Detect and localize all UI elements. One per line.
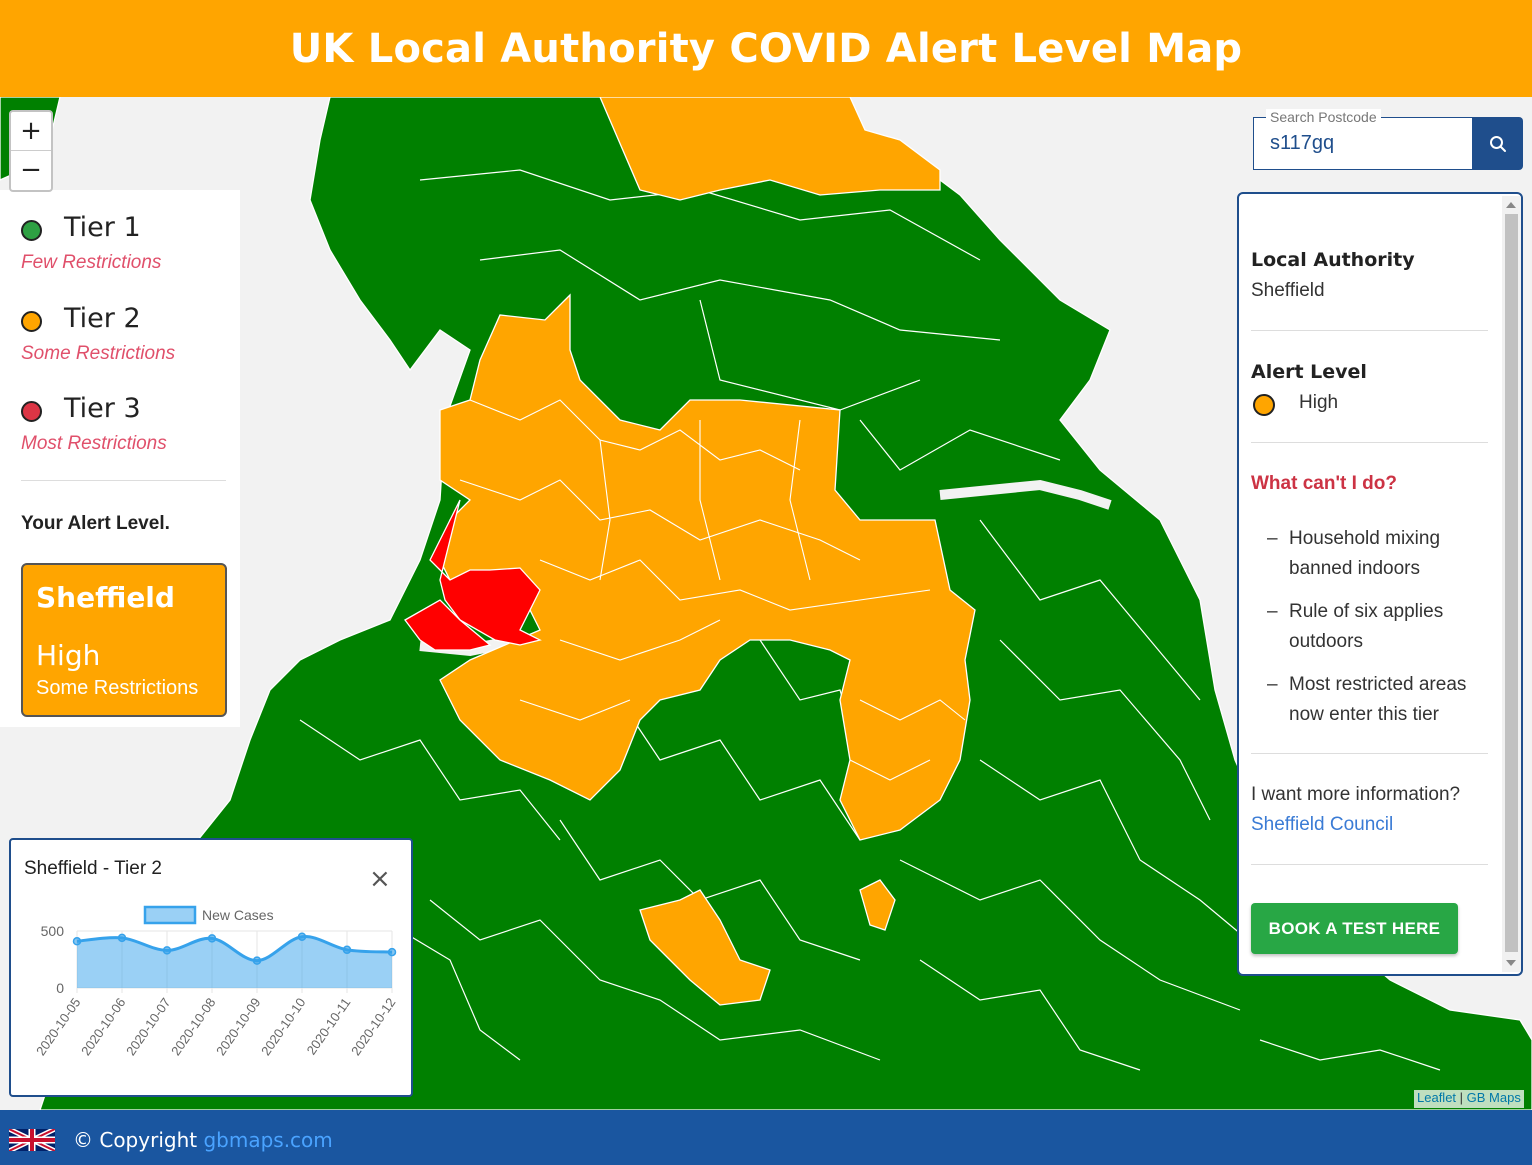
chart-data-point — [207, 934, 217, 943]
restrictions-heading: What can't I do? — [1251, 473, 1397, 494]
divider — [1251, 442, 1488, 443]
card-level: High — [36, 639, 101, 672]
chart-tick-label-x: 2020-10-05 — [33, 995, 83, 1058]
local-authority-value: Sheffield — [1251, 280, 1325, 301]
card-authority: Sheffield — [36, 581, 175, 614]
alert-level-label: Alert Level — [1251, 361, 1367, 383]
copyright-label: © Copyright — [73, 1128, 204, 1152]
scroll-up-arrow-icon[interactable] — [1506, 202, 1516, 208]
search-icon — [1489, 135, 1506, 152]
authority-info-panel: Local Authority Sheffield Alert Level Hi… — [1237, 192, 1523, 976]
attribution-separator: | — [1456, 1090, 1467, 1105]
zoom-out-button[interactable]: − — [11, 151, 51, 189]
panel-scrollbar[interactable] — [1502, 196, 1521, 972]
scroll-down-arrow-icon[interactable] — [1506, 960, 1516, 966]
chart-tick-label-x: 2020-10-10 — [258, 995, 308, 1058]
chart-data-point — [162, 946, 172, 955]
chart-area-fill — [77, 936, 392, 988]
chart-data-point — [387, 947, 397, 957]
chart-tick-label-y: 500 — [41, 923, 65, 939]
tier-name: Tier 3 — [64, 393, 141, 424]
tier-description: Most Restrictions — [21, 433, 167, 454]
search-button[interactable] — [1472, 117, 1523, 170]
gbmaps-link[interactable]: gbmaps.com — [203, 1128, 332, 1152]
alert-level-dot-icon — [1253, 394, 1275, 416]
leaflet-link[interactable]: Leaflet — [1417, 1090, 1456, 1105]
divider — [1251, 753, 1488, 754]
chart-tick-label-x: 2020-10-08 — [168, 995, 218, 1058]
uk-flag-icon — [9, 1129, 55, 1151]
chart-data-point — [342, 945, 352, 955]
your-alert-level-label: Your Alert Level. — [21, 513, 170, 534]
divider — [1251, 330, 1488, 331]
divider — [1251, 864, 1488, 865]
tier-description: Few Restrictions — [21, 252, 162, 273]
list-item: Rule of six applies outdoors — [1251, 597, 1491, 657]
postcode-search-input[interactable] — [1270, 132, 1460, 155]
chart-legend-label: New Cases — [202, 907, 274, 923]
copyright-text: © Copyright gbmaps.com — [73, 1128, 333, 1152]
restrictions-list: Household mixing banned indoors Rule of … — [1251, 524, 1491, 743]
tier-1-dot-icon — [21, 220, 42, 241]
list-item: Household mixing banned indoors — [1251, 524, 1491, 584]
chart-data-point — [297, 932, 307, 941]
book-test-button[interactable]: BOOK A TEST HERE — [1251, 903, 1458, 954]
zoom-control: + − — [9, 110, 53, 192]
tier-name: Tier 1 — [64, 212, 141, 243]
chart-data-point — [252, 956, 262, 965]
council-link[interactable]: Sheffield Council — [1251, 814, 1393, 836]
more-info-label: I want more information? — [1251, 784, 1461, 805]
chart-tick-label-x: 2020-10-06 — [78, 995, 128, 1058]
gbmaps-attribution-link[interactable]: GB Maps — [1467, 1090, 1521, 1105]
alert-level-value: High — [1299, 392, 1339, 413]
tier-2-dot-icon — [21, 311, 42, 332]
chart-tick-label-x: 2020-10-12 — [348, 995, 398, 1058]
map-attribution: Leaflet | GB Maps — [1414, 1090, 1524, 1108]
postcode-search-field[interactable]: Search Postcode — [1253, 109, 1473, 170]
tier-3-dot-icon — [21, 401, 42, 422]
tier-name: Tier 2 — [64, 303, 141, 334]
chart-tick-label-x: 2020-10-11 — [304, 995, 354, 1057]
chart-legend-swatch — [143, 905, 197, 925]
close-icon[interactable]: × — [369, 866, 391, 892]
zoom-in-button[interactable]: + — [11, 112, 51, 151]
chart-data-point — [72, 937, 82, 946]
search-label: Search Postcode — [1266, 109, 1381, 125]
chart-popup-title: Sheffield - Tier 2 — [24, 858, 163, 879]
your-alert-level-card: Sheffield High Some Restrictions — [21, 563, 227, 717]
card-restrictions: Some Restrictions — [36, 677, 199, 699]
page-title: UK Local Authority COVID Alert Level Map — [289, 25, 1243, 72]
chart-tick-label-x: 2020-10-09 — [213, 995, 263, 1058]
local-authority-label: Local Authority — [1251, 249, 1415, 271]
chart-data-point — [117, 933, 127, 943]
cases-chart-popup: New Cases 0 500 2020-10-05 2020-10-06 2020-10… — [9, 838, 413, 1097]
chart-tick-label-y: 0 — [56, 980, 64, 996]
page-footer: © Copyright gbmaps.com — [0, 1110, 1532, 1165]
app-header: UK Local Authority COVID Alert Level Map — [0, 0, 1532, 97]
chart-tick-label-x: 2020-10-07 — [123, 995, 173, 1058]
legend-divider — [21, 480, 226, 481]
list-item: Most restricted areas now enter this tie… — [1251, 670, 1491, 730]
tier-description: Some Restrictions — [21, 343, 176, 364]
scrollbar-thumb[interactable] — [1505, 214, 1518, 952]
tier-legend-panel: Tier 1 Few Restrictions Tier 2 Some Rest… — [0, 190, 240, 727]
